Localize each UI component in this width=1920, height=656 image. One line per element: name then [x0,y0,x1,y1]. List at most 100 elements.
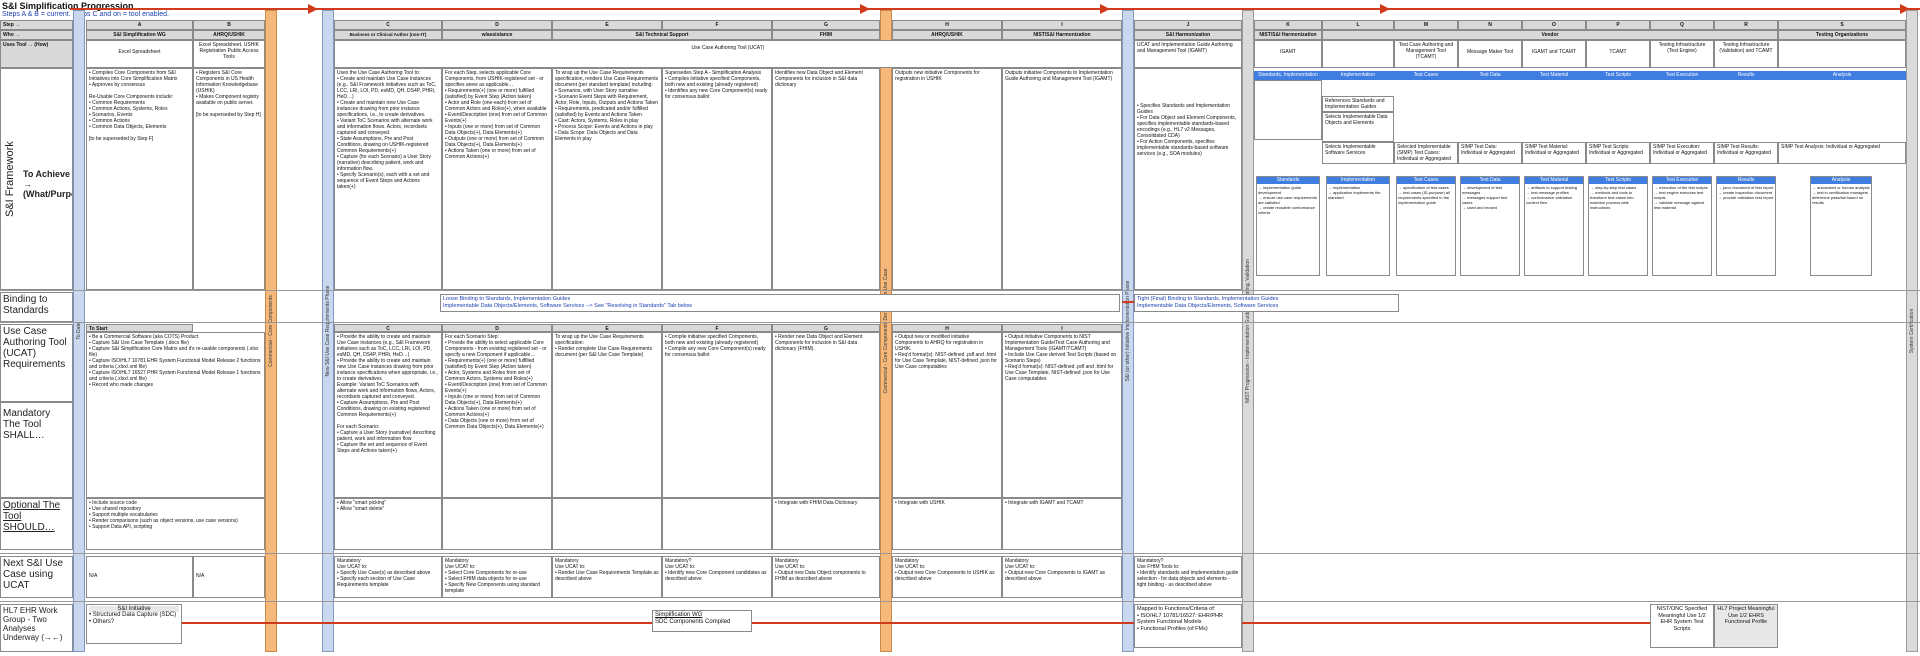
phase-tab-test-material[interactable]: Test Material [1522,71,1586,80]
optional-d [442,498,552,550]
achieve-h: Outputs new initiative Components for re… [892,68,1002,290]
ucat-c: • Provide the ability to create and main… [334,332,442,498]
row-label-uses-tool: Uses Tool → (How) [0,40,73,68]
arrow-icon [1100,4,1110,14]
next-b: N/A [193,556,265,598]
ucat-i: • Output initiative Components to NIST I… [1002,332,1122,498]
who-s: Testing Organizations [1778,30,1906,40]
optional-h: • Integrate with USHIK [892,498,1002,550]
achieve-q: SIMP Test Execution: Individual or Aggre… [1650,142,1714,164]
hl7-arrow-mid [752,622,1134,624]
achieve-a: • Compiles Core Components from S&I Init… [86,68,193,290]
step-a: A [86,20,193,30]
optional-a: • Include source code • Use shared repos… [86,498,265,550]
who-k: NIST/S&I Harmonization [1254,30,1322,40]
binding-arrow [1122,301,1134,303]
tool-a: Excel Spreadsheet [86,40,193,68]
step-d: D [442,20,552,30]
phase-tab-standards[interactable]: Standards, Implementation Guides [1254,71,1322,86]
card-results: Results → juror document of test report →… [1716,176,1776,276]
tool-j: UCAT and Implementation Guide Authoring … [1134,40,1242,68]
next-d: Mandatory Use UCAT to: • Select Core Com… [442,556,552,598]
achieve-b: • Registers S&I Core Components in US He… [193,68,265,290]
who-i: NIST/S&I Harmonization [1002,30,1122,40]
ucat-step-g: G [772,324,880,332]
achieve-s: SIMP Test Analysis: Individual or Aggreg… [1778,142,1906,164]
who-c: Business or Clinical Author (non-IT) [334,30,442,40]
optional-f [662,498,772,550]
ucat-step-c: C [334,324,442,332]
step-i: I [1002,20,1122,30]
achieve-j: • Specifies Standards and Implementation… [1134,68,1242,290]
card-test-execution: Test Execution → execution of the test sc… [1652,176,1712,276]
step-g: G [772,20,880,30]
achieve-g: Identifies new Data Object and Element C… [772,68,880,290]
row-label-ucat-cell: Use Case Authoring Tool (UCAT) Requireme… [0,324,73,402]
phase-tab-implementation[interactable]: Implementation [1322,71,1394,80]
row-label-who: Who → [0,30,73,40]
achieve-label: To Achieve → (What/Purpose) [23,169,72,199]
arrow-icon [1380,4,1390,14]
card-standards: Standards → implementation guide developm… [1256,176,1320,276]
tool-n: Message Maker Tool [1458,40,1522,68]
ucat-a: • Be a Commercial Software (aka COTS) Pr… [86,332,265,498]
phase-bar-commercial: Commercial - Core Components [265,10,277,652]
hl7-arrow-left [182,622,652,624]
who-d: w/assistance [442,30,552,40]
phase-tab-test-execution[interactable]: Test Execution [1650,71,1714,80]
card-analysis: Analysis → automated or human analysis → … [1810,176,1872,276]
next-h: Mandatory Use UCAT to: • Output new Core… [892,556,1002,598]
hl7-f: Simplification WG SDC Components Compile… [652,610,752,632]
step-o: O [1522,20,1586,30]
page-subtitle: Steps A & B = current. Steps C and on = … [2,11,169,18]
phase-tab-test-scripts[interactable]: Test Scripts [1586,71,1650,80]
row-divider [0,601,1920,602]
phase-tab-results[interactable]: Results [1714,71,1778,80]
step-c: C [334,20,442,30]
binding-loose: Loose Binding to Standards, Implementati… [440,294,1120,312]
step-s: S [1778,20,1906,30]
achieve-k [1254,80,1322,140]
row-label-optional-cell: Optional The Tool SHOULD… [0,498,73,550]
tool-p: TCAMT [1586,40,1650,68]
hl7-q: NIST/ONC Specified Meaningful Use 1/2 EH… [1650,604,1714,648]
achieve-l3: Selects Implementable Software Services [1322,142,1394,164]
phase-tab-analysis[interactable]: Analysis [1778,71,1906,80]
who-b: AHRQ/USHIK [193,30,265,40]
card-test-cases: Test Cases → specification of test cases … [1396,176,1456,276]
card-test-material: Test Material → artifacts to support test… [1524,176,1584,276]
achieve-i: Outputs initiative Components to Impleme… [1002,68,1122,290]
tool-b: Excel Spreadsheet, USHIK Registration Pu… [193,40,265,68]
row-label-mandatory-cell: Mandatory The Tool SHALL… [0,402,73,498]
achieve-r: SIMP Test Results: Individual or Aggrega… [1714,142,1778,164]
step-m: M [1394,20,1458,30]
tool-o: IGAMT and TCAMT [1522,40,1586,68]
achieve-p: SIMP Test Scripts: Individual or Aggrega… [1586,142,1650,164]
row-divider [0,553,1920,554]
phase-bar-derived: Commercial - Core Components Derived fro… [880,10,892,652]
next-c: Mandatory Use UCAT to: • Specify Use Cas… [334,556,442,598]
phase-tab-test-cases[interactable]: Test Cases [1394,71,1458,80]
achieve-c: Uses the Use Case Authoring Tool to: • C… [334,68,442,290]
who-ef: S&I Technical Support [552,30,772,40]
row-label-hl7-cell: HL7 EHR Work Group - Two Analyses Underw… [0,604,73,652]
phase-tab-test-data[interactable]: Test Data [1458,71,1522,80]
next-g: Mandatory Use UCAT to: • Output new Data… [772,556,880,598]
ucat-e: To wrap up the Use Case Requirements spe… [552,332,662,498]
step-j: J [1134,20,1242,30]
who-l: Vendor [1322,30,1778,40]
optional-i: • Integrate with IGAMT and TCAMT [1002,498,1122,550]
next-e: Mandatory Use UCAT to: • Render Use Case… [552,556,662,598]
ucat-step-d: D [442,324,552,332]
progression-line [70,8,1920,10]
ucat-step-i: I [1002,324,1122,332]
step-h: H [892,20,1002,30]
step-l: L [1322,20,1394,30]
achieve-f: Supersedes Step A - Simplification Analy… [662,68,772,290]
tool-q: Testing Infrastructure (Test Engine) [1650,40,1714,68]
ucat-d: For each Scenario Step: • Provide the ab… [442,332,552,498]
achieve-n: SIMP Test Data: Individual or Aggregated [1458,142,1522,164]
optional-e [552,498,662,550]
step-b: B [193,20,265,30]
step-f: F [662,20,772,30]
